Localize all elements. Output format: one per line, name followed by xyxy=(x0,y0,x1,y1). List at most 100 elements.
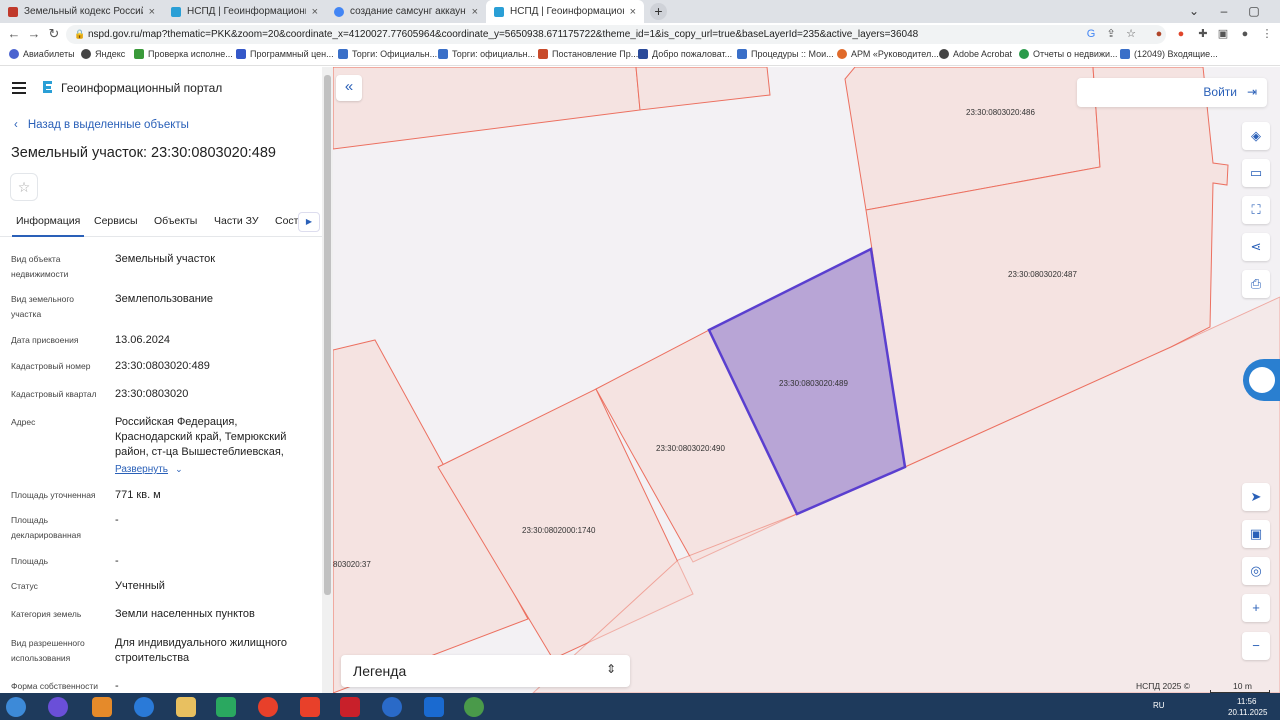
scrollbar-thumb[interactable] xyxy=(324,75,331,595)
bookmark-star-icon[interactable]: ☆ xyxy=(1124,27,1138,41)
forward-icon[interactable]: → xyxy=(26,26,42,42)
bookmark[interactable]: Постановление Пр... xyxy=(538,49,638,59)
select-area-button[interactable]: ⛶ xyxy=(1242,196,1270,224)
print-button[interactable]: ⎙ xyxy=(1242,270,1270,298)
tab-info[interactable]: Информация xyxy=(11,215,85,237)
menu-icon[interactable]: ⋮ xyxy=(1260,27,1274,41)
chat-icon xyxy=(1249,367,1275,393)
back-icon[interactable]: ← xyxy=(6,26,22,42)
address-bar[interactable]: 🔒 nspd.gov.ru/map?thematic=PKK&zoom=20&c… xyxy=(66,25,1166,44)
close-tab-icon[interactable]: × xyxy=(149,6,155,18)
acrobat-icon[interactable] xyxy=(340,697,360,717)
browser-tab[interactable]: Земельный кодекс Российской × xyxy=(0,0,163,23)
property-label: Площадь уточненная xyxy=(11,490,96,500)
clock-time[interactable]: 11:56 xyxy=(1237,697,1256,706)
yandex-browser-icon[interactable] xyxy=(258,697,278,717)
zoom-out-button[interactable]: − xyxy=(1242,632,1270,660)
panel-scrollbar[interactable] xyxy=(322,67,333,693)
profile-icon[interactable]: ● xyxy=(1238,27,1252,41)
bookmark[interactable]: Торги: официальн... xyxy=(438,49,535,59)
chevron-down-icon: ⌄ xyxy=(175,464,183,474)
yandex-icon[interactable] xyxy=(300,697,320,717)
maximize-icon[interactable]: ▢ xyxy=(1240,0,1268,23)
tabs-scroll-right-button[interactable]: ▶ xyxy=(298,212,320,232)
explorer-icon[interactable] xyxy=(176,697,196,717)
close-tab-icon[interactable]: × xyxy=(312,6,318,18)
parcel-polygon[interactable] xyxy=(635,67,771,111)
bookmark[interactable]: Adobe Acrobat xyxy=(939,49,1012,59)
minimize-icon[interactable]: – xyxy=(1210,0,1238,23)
layers-button[interactable]: ◈ xyxy=(1242,122,1270,150)
login-button[interactable]: Войти ⇥ xyxy=(1077,78,1267,107)
media-player-icon[interactable] xyxy=(92,697,112,717)
close-tab-icon[interactable]: × xyxy=(630,6,636,18)
favorite-star-button[interactable]: ☆ xyxy=(10,173,38,201)
bookmark[interactable]: Отчеты о недвижи... xyxy=(1019,49,1118,59)
tab-parts[interactable]: Части ЗУ xyxy=(214,215,259,227)
collapse-panel-button[interactable]: « xyxy=(336,75,362,101)
minimap-button[interactable]: ▣ xyxy=(1242,520,1270,548)
bookmark[interactable]: Торги: Официальн... xyxy=(338,49,437,59)
extension-icon[interactable]: ● xyxy=(1174,27,1188,41)
new-tab-button[interactable]: + xyxy=(650,3,667,20)
google-icon[interactable]: G xyxy=(1084,27,1098,41)
property-value[interactable]: 23:30:0803020:489 xyxy=(115,359,315,374)
extensions-puzzle-icon[interactable]: ✚ xyxy=(1196,27,1210,41)
share-icon[interactable]: ⇪ xyxy=(1104,27,1118,41)
reload-icon[interactable]: ↻ xyxy=(46,26,62,42)
bookmark[interactable]: Программный цен... xyxy=(236,49,334,59)
clock-date[interactable]: 20.11.2025 xyxy=(1228,708,1267,717)
cadastral-map[interactable]: 23:30:0803020:486 23:30:0803020:487 23:3… xyxy=(333,67,1280,693)
bookmark[interactable]: АРМ «Руководител... xyxy=(837,49,939,59)
browser-tab[interactable]: создание самсунг аккаунта при × xyxy=(326,0,486,23)
navigate-button[interactable]: ➤ xyxy=(1242,483,1270,511)
tab-services[interactable]: Сервисы xyxy=(94,215,138,227)
expand-address-link[interactable]: Развернуть ⌄ xyxy=(115,462,183,477)
locate-button[interactable]: ◎ xyxy=(1242,557,1270,585)
back-to-selected-link[interactable]: ‹ Назад в выделенные объекты xyxy=(14,119,189,131)
ie-icon[interactable] xyxy=(134,697,154,717)
browser-tab-active[interactable]: НСПД | Геоинформационный п × xyxy=(486,0,644,23)
zoom-in-button[interactable]: + xyxy=(1242,594,1270,622)
start-button[interactable] xyxy=(6,697,26,717)
tab-search-icon[interactable]: ⌄ xyxy=(1180,0,1208,23)
parcel-polygon[interactable] xyxy=(333,67,641,150)
property-label: Вид объекта недвижимости xyxy=(11,254,69,279)
outlook-icon[interactable] xyxy=(424,697,444,717)
ruler-button[interactable]: ▭ xyxy=(1242,159,1270,187)
sidepanel-icon[interactable]: ▣ xyxy=(1216,27,1230,41)
bookmark[interactable]: Процедуры :: Мои... xyxy=(737,49,834,59)
menu-icon[interactable] xyxy=(12,82,26,94)
drive-icon[interactable] xyxy=(216,697,236,717)
parcel-label: 803020:37 xyxy=(333,560,371,569)
bookmark[interactable]: Добро пожаловат... xyxy=(638,49,732,59)
site-icon xyxy=(8,6,18,17)
map-view[interactable]: 23:30:0803020:486 23:30:0803020:487 23:3… xyxy=(333,67,1280,693)
google-icon xyxy=(334,6,344,17)
property-label: Кадастровый номер xyxy=(11,361,91,371)
object-info-panel: Геоинформационный портал ‹ Назад в выделе… xyxy=(0,67,333,693)
feedback-button[interactable] xyxy=(1243,359,1280,401)
gosuslugi-icon[interactable] xyxy=(382,697,402,717)
bookmark-icon xyxy=(9,49,19,59)
chrome-icon[interactable] xyxy=(464,697,484,717)
parcel-label: 23:30:0803020:489 xyxy=(779,379,849,388)
bookmark[interactable]: Проверка исполне... xyxy=(134,49,233,59)
bookmark[interactable]: Яндекс xyxy=(81,49,125,59)
property-label: Адрес xyxy=(11,417,36,427)
share-button[interactable]: ⋖ xyxy=(1242,233,1270,261)
bookmark[interactable]: (12049) Входящие... xyxy=(1120,49,1218,59)
legend-dropdown[interactable]: Легенда ⇕ xyxy=(341,655,630,687)
property-label: Площадь декларированная xyxy=(11,515,81,540)
bookmark[interactable]: Авиабилеты xyxy=(9,49,75,59)
language-indicator[interactable]: RU xyxy=(1153,701,1165,710)
tab-objects[interactable]: Объекты xyxy=(154,215,197,227)
extension-icon[interactable]: ● xyxy=(1152,27,1166,41)
parcel-label: 23:30:0803020:487 xyxy=(1008,270,1078,279)
browser-tab[interactable]: НСПД | Геоинформационный п × xyxy=(163,0,326,23)
app-icon[interactable] xyxy=(48,697,68,717)
property-value[interactable]: 23:30:0803020 xyxy=(115,387,315,402)
close-tab-icon[interactable]: × xyxy=(472,6,478,18)
property-value: - xyxy=(115,514,119,526)
parcel-label: 23:30:0803020:486 xyxy=(966,108,1036,117)
